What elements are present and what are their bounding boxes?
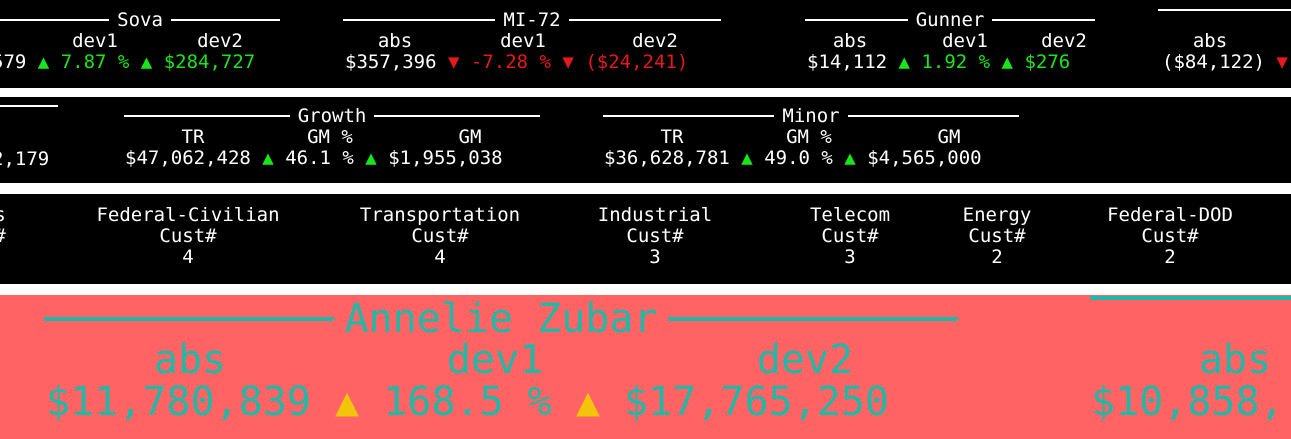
sova-values: 579 ▲ 7.87 % ▲ $284,727 — [0, 51, 255, 73]
rep-values: $11,780,839 ▲ 168.5 % ▲ $17,765,250 — [46, 379, 889, 425]
segment-ticker: 2,179 Growth TR GM % GM $47,062,428 ▲ 46… — [0, 97, 1291, 183]
dev1-value: 7.87 % — [60, 51, 130, 73]
mi72-values: $357,396 ▼ -7.28 % ▼ ($24,241) — [345, 51, 688, 73]
cust-count: 4 — [182, 246, 194, 268]
rep-title: Annelie Zubar — [44, 296, 959, 342]
down-arrow-icon: ▼ — [1276, 51, 1288, 73]
up-arrow-icon: ▲ — [898, 51, 910, 73]
title-rule — [170, 19, 281, 21]
cust-count: 4 — [434, 246, 446, 268]
dev1-value: 168.5 % — [383, 379, 552, 425]
tr-value: $36,628,781 — [604, 147, 730, 169]
dev1-value: -7.28 % — [470, 51, 551, 73]
cust-label: Cust# — [626, 225, 684, 247]
industry-name: Industrial — [597, 204, 713, 226]
label-abs: abs — [1192, 30, 1228, 52]
group-title-partial — [1158, 9, 1291, 11]
growth-values: $47,062,428 ▲ 46.1 % ▲ $1,955,038 — [125, 147, 503, 169]
group-title-growth: Growth — [124, 105, 541, 127]
cust-label: Cust# — [968, 225, 1026, 247]
up-arrow-icon: ▲ — [37, 51, 50, 73]
label-dev2: dev2 — [632, 30, 678, 52]
label-tr: TR — [181, 126, 205, 148]
sales-rep-ticker: Sova dev1 dev2 579 ▲ 7.87 % ▲ $284,727 M… — [0, 0, 1291, 88]
label-abs: abs — [1198, 337, 1272, 383]
gunner-values: $14,112 ▲ 1.92 % ▲ $276 — [807, 51, 1070, 73]
label-abs: abs — [377, 30, 413, 52]
gm-pct-value: 46.1 % — [285, 147, 354, 169]
label-abs: abs — [832, 30, 868, 52]
dev2-value: $17,765,250 — [624, 379, 889, 425]
up-arrow-icon: ▲ — [262, 147, 274, 169]
tr-value: $47,062,428 — [125, 147, 251, 169]
abs-value: $14,112 — [807, 51, 888, 73]
cust-count: 3 — [844, 246, 856, 268]
cust-count: 2 — [991, 246, 1003, 268]
label-gm-pct: GM % — [786, 126, 832, 148]
industry-name: Federal-Civilian — [96, 204, 280, 226]
label-gm: GM — [937, 126, 961, 148]
industry-name: Transportation — [359, 204, 521, 226]
abs-value: $11,780,839 — [46, 379, 311, 425]
industry-ticker: s # Federal-Civilian Cust# 4 Transportat… — [0, 194, 1291, 284]
up-arrow-icon: ▲ — [575, 379, 600, 425]
cust-count: 2 — [1164, 246, 1176, 268]
partial-industry-sub: # — [0, 225, 10, 247]
next-rep-title — [1090, 296, 1291, 300]
dev2-value: ($24,241) — [585, 51, 689, 73]
label-abs: abs — [153, 337, 227, 383]
label-tr: TR — [660, 126, 684, 148]
next-abs-value: $10,858, — [1091, 379, 1284, 425]
up-arrow-icon: ▲ — [844, 147, 856, 169]
label-dev2: dev2 — [756, 337, 854, 383]
up-arrow-icon: ▲ — [1001, 51, 1013, 73]
abs-value: 579 — [0, 51, 27, 73]
dev2-value: $276 — [1024, 51, 1071, 73]
group-title-gunner: Gunner — [805, 9, 1096, 31]
up-arrow-icon: ▲ — [741, 147, 753, 169]
minor-values: $36,628,781 ▲ 49.0 % ▲ $4,565,000 — [604, 147, 982, 169]
down-arrow-icon: ▼ — [447, 51, 460, 73]
dev1-value: 1.92 % — [921, 51, 991, 73]
abs-value: $357,396 — [345, 51, 437, 73]
gm-value: $4,565,000 — [867, 147, 982, 169]
label-gm-pct: GM % — [307, 126, 353, 148]
group-title-mi72: MI-72 — [343, 9, 722, 31]
group-title-minor: Minor — [603, 105, 1020, 127]
down-arrow-icon: ▼ — [562, 51, 574, 73]
industry-name: Federal-DOD — [1107, 204, 1233, 226]
rep-name: Annelie Zubar — [344, 296, 658, 342]
group-title-sova: Sova — [0, 9, 281, 31]
industry-name: Telecom — [809, 204, 891, 226]
up-arrow-icon: ▲ — [140, 51, 153, 73]
highlighted-rep-ticker: Annelie Zubar abs dev1 dev2 $11,780,839 … — [0, 295, 1291, 439]
gm-value: $1,955,038 — [388, 147, 503, 169]
label-dev1: dev1 — [942, 30, 988, 52]
label-dev1: dev1 — [500, 30, 546, 52]
industry-name: Energy — [962, 204, 1032, 226]
label-dev2: dev2 — [197, 30, 243, 52]
title-rule — [0, 19, 110, 21]
cust-label: Cust# — [1141, 225, 1199, 247]
label-dev1: dev1 — [72, 30, 118, 52]
partial-industry-name: s — [0, 204, 10, 226]
up-arrow-icon: ▲ — [335, 379, 360, 425]
partial-values: ($84,122) ▼ — [1162, 51, 1288, 73]
cust-label: Cust# — [411, 225, 469, 247]
group-title-partial — [0, 105, 58, 107]
abs-value: ($84,122) — [1162, 51, 1265, 73]
partial-gm-value: 2,179 — [0, 148, 50, 170]
dev2-value: $284,727 — [163, 51, 256, 73]
gm-pct-value: 49.0 % — [764, 147, 833, 169]
label-gm: GM — [458, 126, 482, 148]
cust-label: Cust# — [159, 225, 217, 247]
cust-label: Cust# — [821, 225, 879, 247]
label-dev2: dev2 — [1041, 30, 1087, 52]
label-dev1: dev1 — [446, 337, 544, 383]
up-arrow-icon: ▲ — [365, 147, 377, 169]
cust-count: 3 — [649, 246, 661, 268]
